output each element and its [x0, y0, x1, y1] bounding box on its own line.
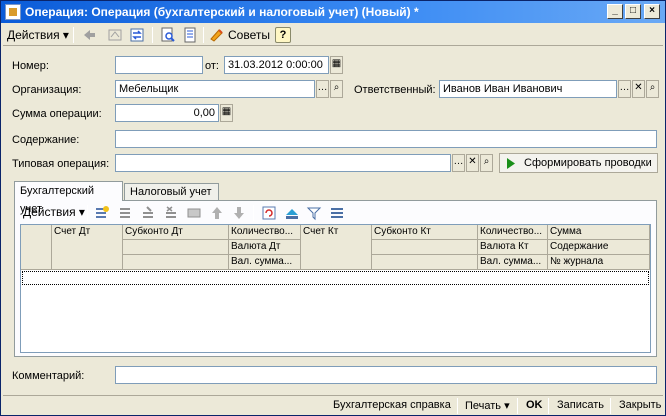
col-header-subconto-kt[interactable]: Субконто Кт [372, 225, 478, 240]
content-label: Содержание: [12, 134, 80, 146]
move-up-icon[interactable] [209, 205, 225, 221]
col-header-qty-kt[interactable]: Количество... [478, 225, 548, 240]
actions-menu-label: Действия [7, 28, 60, 42]
generate-entries-button[interactable]: Сформировать проводки [499, 153, 658, 173]
sum-label: Сумма операции: [12, 108, 102, 120]
generate-entries-label: Сформировать проводки [524, 157, 652, 169]
table-row-selected[interactable] [22, 271, 649, 285]
minimize-button[interactable]: _ [607, 4, 623, 19]
col-header-subconto-dt-3 [123, 255, 229, 270]
organization-search-icon[interactable]: ⌕ [330, 80, 343, 98]
fill-icon[interactable] [284, 205, 300, 221]
accounting-report-button[interactable]: Бухгалтерская справка [333, 399, 451, 411]
preview-icon[interactable] [160, 27, 176, 43]
typical-operation-select-button[interactable]: … [452, 154, 465, 172]
organization-select-button[interactable]: … [316, 80, 329, 98]
col-header-sum[interactable]: Сумма [548, 225, 650, 240]
organization-label: Организация: [12, 84, 82, 96]
calendar-icon[interactable]: ▦ [330, 56, 343, 74]
title-bar[interactable]: Операция: Операция (бухгалтерский и нало… [1, 1, 665, 23]
toolbar-separator [73, 27, 74, 43]
content-field[interactable] [115, 130, 657, 148]
refresh-icon[interactable] [261, 205, 277, 221]
number-field[interactable] [115, 56, 203, 74]
col-header-account-kt[interactable]: Счет Кт [301, 225, 372, 270]
end-edit-icon[interactable] [186, 205, 202, 221]
main-toolbar: Действия ▾ Советы ? [3, 24, 663, 46]
responsible-field[interactable]: Иванов Иван Иванович [439, 80, 617, 98]
help-button[interactable]: ? [275, 27, 291, 43]
move-down-icon[interactable] [231, 205, 247, 221]
col-header-content[interactable]: Содержание [548, 240, 650, 255]
responsible-label: Ответственный: [354, 84, 436, 96]
comment-label: Комментарий: [12, 370, 85, 382]
delete-row-icon[interactable] [164, 205, 180, 221]
print-menu-button[interactable]: Печать ▾ [465, 399, 510, 412]
copy-row-icon[interactable] [118, 205, 134, 221]
col-header-currency-dt[interactable]: Валюта Дт [229, 240, 301, 255]
typical-operation-label: Типовая операция: [12, 158, 110, 170]
comment-field[interactable] [115, 366, 657, 384]
close-button[interactable]: Закрыть [619, 399, 661, 411]
toolbar-separator [253, 205, 254, 221]
date-field[interactable]: 31.03.2012 0:00:00 [224, 56, 329, 74]
row-number-header [21, 225, 52, 270]
toolbar-separator [152, 27, 153, 43]
toolbar-separator [457, 398, 458, 414]
advice-icon [210, 29, 223, 42]
col-header-journal[interactable]: № журнала [548, 255, 650, 270]
col-header-val-sum-dt[interactable]: Вал. сумма... [229, 255, 301, 270]
col-header-currency-kt[interactable]: Валюта Кт [478, 240, 548, 255]
bottom-command-bar: Бухгалтерская справка Печать ▾ OK Записа… [3, 395, 663, 415]
col-header-account-dt[interactable]: Счет Дт [52, 225, 123, 270]
back-arrow-icon[interactable] [81, 27, 97, 43]
operation-window: Операция: Операция (бухгалтерский и нало… [0, 0, 666, 416]
col-header-subconto-dt-2 [123, 240, 229, 255]
toolbar-separator [517, 398, 518, 414]
responsible-search-icon[interactable]: ⌕ [646, 80, 659, 98]
col-header-val-sum-kt[interactable]: Вал. сумма... [478, 255, 548, 270]
toolbar-separator [548, 398, 549, 414]
toolbar-separator [610, 398, 611, 414]
advice-label: Советы [228, 28, 270, 42]
list-settings-icon[interactable] [329, 205, 345, 221]
date-from-label: от: [205, 60, 219, 72]
typical-operation-field[interactable] [115, 154, 451, 172]
toolbar-separator [87, 205, 88, 221]
structure-icon[interactable] [107, 27, 123, 43]
col-header-subconto-kt-2 [372, 240, 478, 255]
add-row-icon[interactable] [94, 205, 110, 221]
window-title: Операция: Операция (бухгалтерский и нало… [25, 5, 419, 19]
col-header-subconto-kt-3 [372, 255, 478, 270]
actions-menu[interactable]: Действия ▾ [7, 26, 69, 44]
typical-operation-search-icon[interactable]: ⌕ [480, 154, 493, 172]
edit-row-icon[interactable] [141, 205, 157, 221]
print-label: Печать [465, 400, 502, 412]
entries-grid[interactable]: Счет Дт Субконто Дт Количество... Валюта… [20, 224, 651, 353]
tab-tax[interactable]: Налоговый учет [124, 183, 219, 201]
play-icon [507, 158, 515, 169]
typical-operation-clear-icon[interactable]: ✕ [466, 154, 479, 172]
list-document-icon[interactable] [182, 27, 198, 43]
tab-accounting[interactable]: Бухгалтерский учет [14, 181, 123, 215]
responsible-clear-icon[interactable]: ✕ [632, 80, 645, 98]
toolbar-separator [203, 27, 204, 43]
maximize-button[interactable]: □ [625, 4, 641, 19]
exchange-icon[interactable] [129, 27, 145, 43]
col-header-qty-dt[interactable]: Количество... [229, 225, 301, 240]
save-button[interactable]: Записать [557, 399, 604, 411]
document-icon [5, 4, 21, 20]
ok-button[interactable]: OK [526, 399, 543, 411]
sum-field[interactable]: 0,00 [115, 104, 219, 122]
calculator-icon[interactable]: ▦ [220, 104, 233, 122]
number-label: Номер: [12, 60, 49, 72]
col-header-subconto-dt[interactable]: Субконто Дт [123, 225, 229, 240]
organization-field[interactable]: Мебельщик [115, 80, 315, 98]
filter-icon[interactable] [306, 205, 322, 221]
responsible-select-button[interactable]: … [618, 80, 631, 98]
close-window-button[interactable]: × [644, 4, 660, 19]
